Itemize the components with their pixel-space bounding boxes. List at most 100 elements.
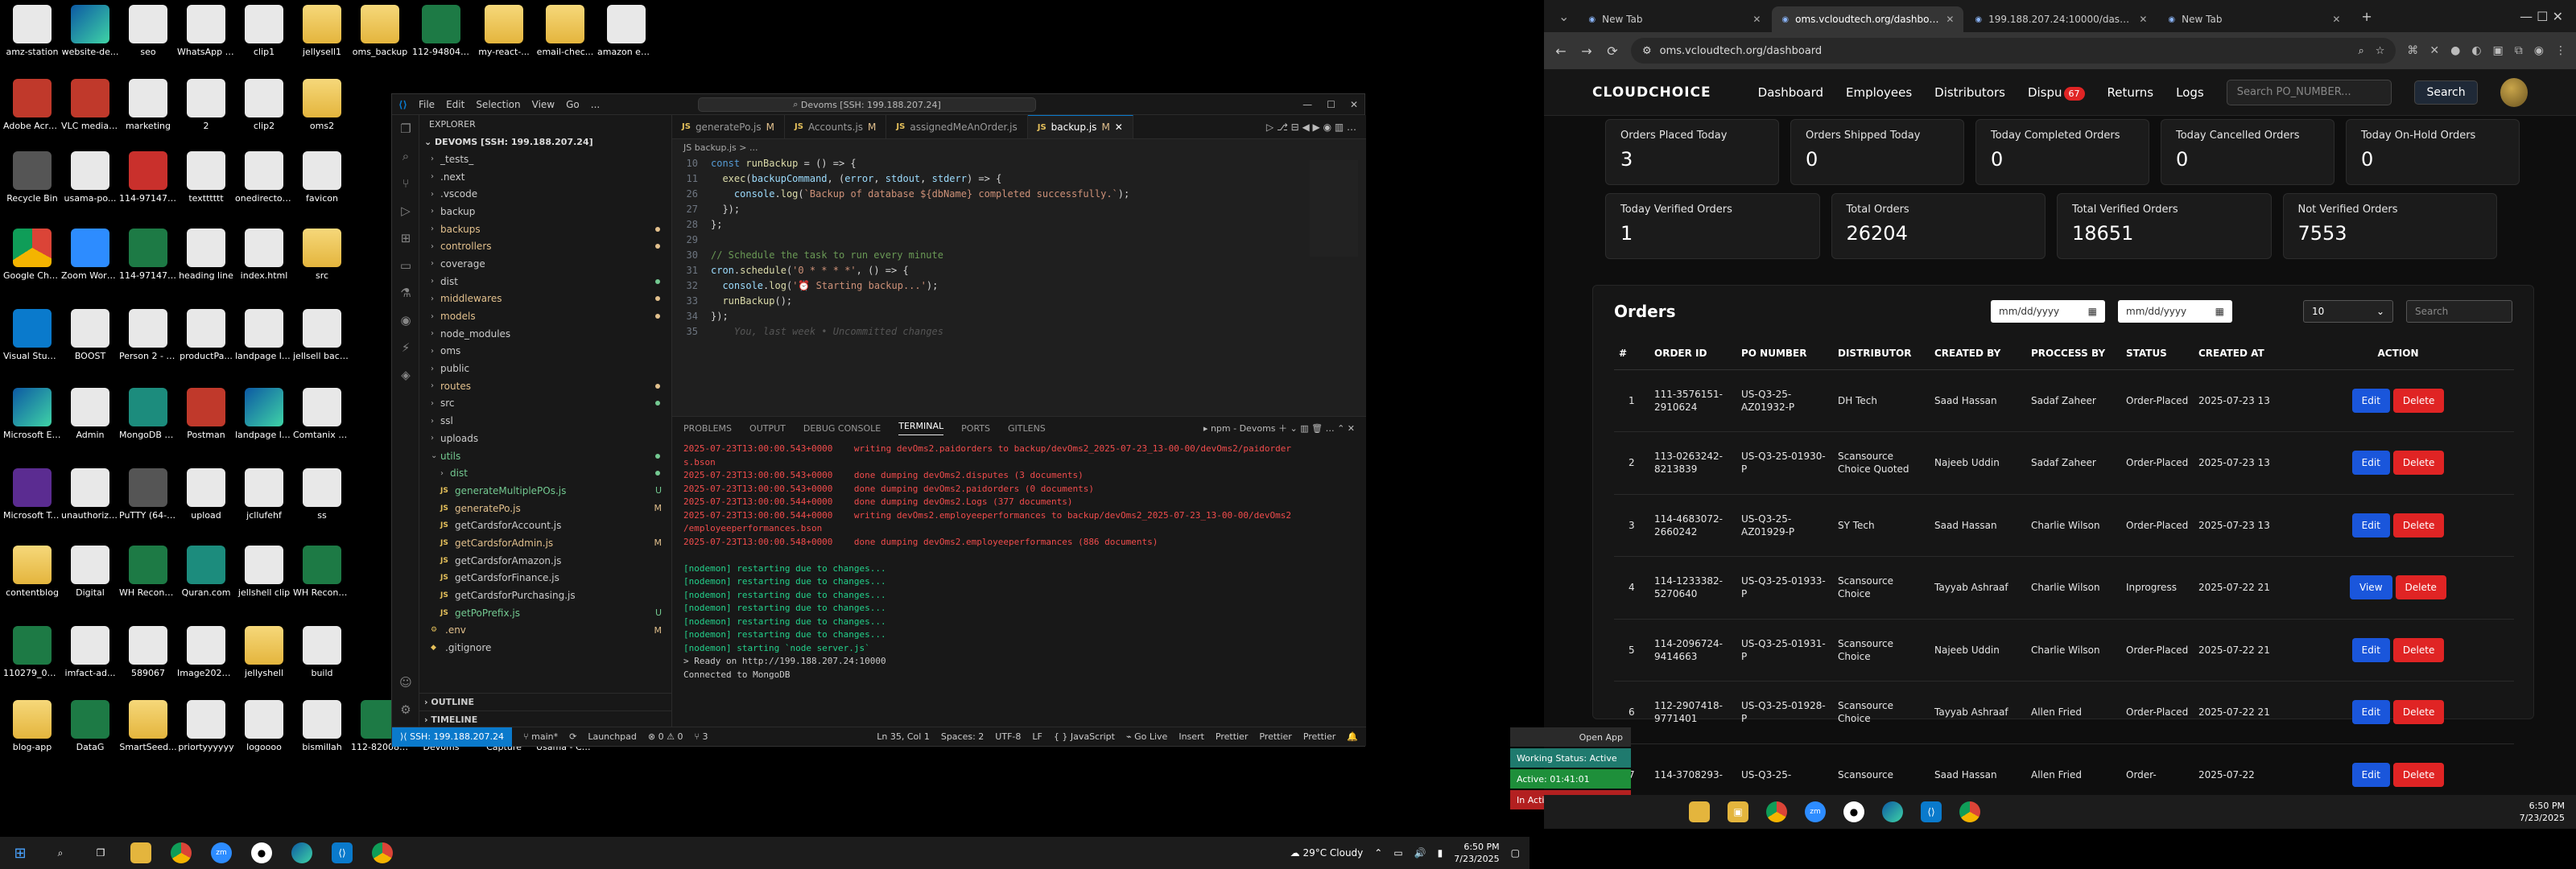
timeline-section[interactable]: › TIMELINE xyxy=(419,710,671,728)
nav-link-logs[interactable]: Logs xyxy=(2176,85,2204,100)
prettier-status-3[interactable]: Prettier xyxy=(1303,731,1335,742)
breadcrumb[interactable]: JS backup.js > ... xyxy=(672,139,1366,155)
desktop-icon[interactable]: upload xyxy=(177,468,235,521)
close-tab-icon[interactable]: ✕ xyxy=(1946,14,1954,25)
calendar-icon[interactable]: ▦ xyxy=(2215,306,2224,317)
zoom-taskbar-icon[interactable]: zm xyxy=(1805,801,1826,822)
table-row[interactable]: 4 114-1233382-5270640 US-Q3-25-01933-P Scan… xyxy=(1614,556,2514,620)
desktop-icon[interactable]: favicon xyxy=(293,151,351,204)
battery-icon[interactable]: ▮ xyxy=(1438,847,1443,859)
extension-icon-3[interactable]: ● xyxy=(2450,44,2460,57)
table-row[interactable]: 1 111-3576151-2910624 US-Q3-25-AZ01932-P DH… xyxy=(1614,369,2514,432)
close-tab-icon[interactable]: ✕ xyxy=(2332,14,2340,25)
desktop-icon[interactable]: Visual Studio Code xyxy=(3,309,61,361)
panel-tab[interactable]: OUTPUT xyxy=(749,423,786,434)
panel-tab[interactable]: PORTS xyxy=(961,423,990,434)
explorer-item[interactable]: ⚙ .env M xyxy=(419,622,671,640)
indentation[interactable]: Spaces: 2 xyxy=(941,731,984,742)
panel-tab[interactable]: GITLENS xyxy=(1008,423,1046,434)
extension-icon-1[interactable]: ⌘ xyxy=(2407,44,2418,57)
edit-button[interactable]: Edit xyxy=(2351,451,2390,476)
explorer-item[interactable]: JS getCardsforFinance.js xyxy=(419,570,671,587)
desktop-icon[interactable]: Image2025... xyxy=(177,626,235,678)
open-app-button[interactable]: Open App xyxy=(1510,727,1631,747)
browser-tab[interactable]: ◉ New Tab ✕ xyxy=(1579,6,1770,32)
network-icon[interactable]: ▭ xyxy=(1393,847,1402,859)
editor-tab[interactable]: JS backup.js M ✕ xyxy=(1027,115,1133,138)
code-line[interactable]: 26 console.log(`Backup of database ${dbN… xyxy=(672,186,1366,201)
desktop-icon[interactable]: SmartSeed... xyxy=(119,700,177,752)
desktop-icon[interactable]: Google Chrome xyxy=(3,229,61,281)
explorer-item[interactable]: JS getCardsforAdmin.js M xyxy=(419,534,671,552)
desktop-icon[interactable]: WhatsApp Image 2025... xyxy=(177,5,235,57)
volume-icon[interactable]: 🔊 xyxy=(1414,847,1426,859)
explorer-item[interactable]: › routes xyxy=(419,377,671,395)
code-line[interactable]: 10 const runBackup = () => { xyxy=(672,155,1366,171)
account-icon[interactable]: ☺ xyxy=(392,669,419,696)
branch-indicator[interactable]: ⑂ main* xyxy=(523,731,558,742)
app-taskbar-icon[interactable]: ● xyxy=(1843,801,1864,822)
desktop-icon[interactable]: Recycle Bin xyxy=(3,151,61,204)
desktop-icon[interactable]: jellsell backup.m xyxy=(293,309,351,361)
menu-item[interactable]: ... xyxy=(591,99,600,110)
remote-indicator[interactable]: ⟩⟨ SSH: 199.188.207.24 xyxy=(392,727,513,747)
desktop-icon[interactable]: bismillah xyxy=(293,700,351,752)
clock[interactable]: 6:50 PM 7/23/2025 xyxy=(1454,841,1499,865)
golive-button[interactable]: ⌁ Go Live xyxy=(1126,731,1167,742)
desktop-icon[interactable]: landpage logo xyxy=(235,388,293,440)
desktop-icon[interactable]: textttttt xyxy=(177,151,235,204)
explorer-item[interactable]: ⌄ utils xyxy=(419,447,671,465)
code-line[interactable]: 31 cron.schedule('0 * * * *', () => { xyxy=(672,262,1366,278)
encoding[interactable]: UTF-8 xyxy=(995,731,1021,742)
explorer-item[interactable]: › .vscode xyxy=(419,185,671,203)
desktop-icon[interactable]: priortyyyyyy xyxy=(177,700,235,752)
explorer-item[interactable]: JS generateMultiplePOs.js U xyxy=(419,482,671,500)
desktop-icon[interactable]: unauthorized xyxy=(61,468,119,521)
explorer-item[interactable]: › .next xyxy=(419,168,671,186)
desktop-icon[interactable]: 110279_04_... xyxy=(3,626,61,678)
code-line[interactable]: 27 }); xyxy=(672,201,1366,216)
desktop-icon[interactable]: imfact-ad... xyxy=(61,626,119,678)
settings-gear-icon[interactable]: ⚙ xyxy=(392,696,419,723)
desktop-icon[interactable]: PuTTY (64-bit) xyxy=(119,468,177,521)
delete-button[interactable]: Delete xyxy=(2392,700,2445,725)
edit-button[interactable]: Edit xyxy=(2351,762,2390,787)
reload-icon[interactable]: ⟳ xyxy=(1605,43,1620,59)
desktop-icon[interactable]: Comtanix Attendance xyxy=(293,388,351,440)
window-controls[interactable]: — ☐ ✕ xyxy=(2507,9,2576,32)
calendar-icon[interactable]: ▦ xyxy=(2088,306,2097,317)
table-row[interactable]: 5 114-2096724-9414663 US-Q3-25-01931-P Scan… xyxy=(1614,619,2514,682)
explorer-item[interactable]: › oms xyxy=(419,343,671,360)
explorer-item[interactable]: › src xyxy=(419,395,671,413)
problems-indicator[interactable]: ⊗ 0 ⚠ 0 xyxy=(648,731,683,742)
delete-button[interactable]: Delete xyxy=(2395,575,2446,600)
column-header[interactable]: PROCCESS BY xyxy=(2026,337,2121,370)
desktop-icon[interactable]: onedirector... xyxy=(235,151,293,204)
command-center[interactable]: ⌕ Devoms [SSH: 199.188.207.24] xyxy=(698,97,1036,112)
explorer-item[interactable]: JS getCardsforPurchasing.js xyxy=(419,587,671,604)
terminal-output[interactable]: 2025-07-23T13:00:00.543+0000 writing dev… xyxy=(672,439,1366,685)
cursor-position[interactable]: Ln 35, Col 1 xyxy=(877,731,930,742)
run-debug-icon[interactable]: ▷ xyxy=(392,197,419,224)
column-header[interactable]: DISTRIBUTOR xyxy=(1833,337,1930,370)
explorer-item[interactable]: › dist xyxy=(419,273,671,290)
avatar[interactable] xyxy=(2500,77,2528,107)
secondary-clock[interactable]: 6:50 PM 7/23/2025 xyxy=(2520,800,2565,824)
desktop-icon[interactable]: clip1 xyxy=(235,5,293,57)
desktop-icon[interactable]: WH Reconciliat... xyxy=(119,546,177,598)
docker-icon[interactable]: ⚡ xyxy=(392,334,419,361)
desktop-icon[interactable]: amazon email xyxy=(597,5,655,57)
desktop-icon[interactable]: Microsoft Edge xyxy=(3,388,61,440)
menu-item[interactable]: Edit xyxy=(446,99,464,110)
table-row[interactable]: 7 114-3708293- US-Q3-25- Scansource Saad Has… xyxy=(1614,743,2514,795)
code-editor[interactable]: 10 const runBackup = () => {11 exec(backu… xyxy=(672,155,1366,339)
nav-link-distributors[interactable]: Distributors xyxy=(1934,85,2005,100)
zoom-icon[interactable]: ⌕ xyxy=(2358,45,2363,57)
orders-search-input[interactable]: Search xyxy=(2406,300,2512,323)
desktop-icon[interactable]: my-react-... xyxy=(475,5,533,57)
chrome-taskbar-icon[interactable] xyxy=(171,842,192,863)
edge-taskbar-icon[interactable] xyxy=(1882,801,1903,822)
minimize-icon[interactable]: — xyxy=(1302,99,1312,110)
column-header[interactable]: PO NUMBER xyxy=(1736,337,1833,370)
desktop-icon[interactable]: seo xyxy=(119,5,177,57)
